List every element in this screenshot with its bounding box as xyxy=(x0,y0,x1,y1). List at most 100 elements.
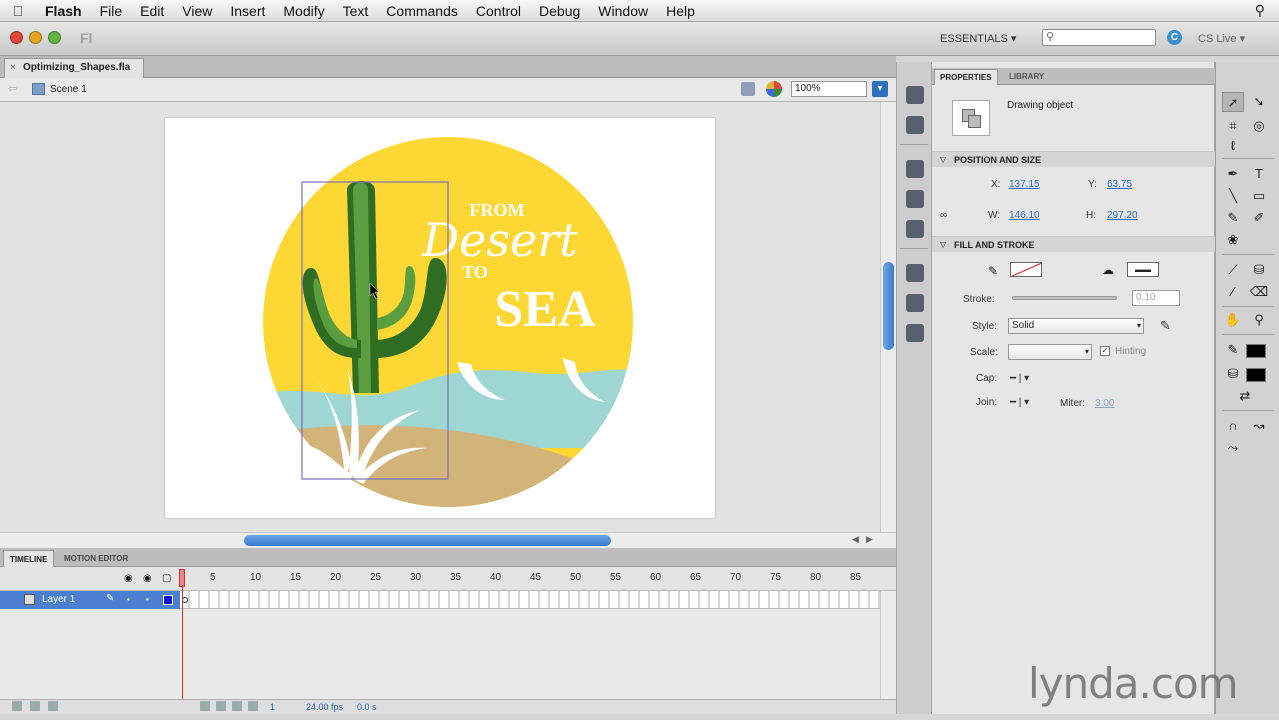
x-value[interactable]: 137.15 xyxy=(1009,179,1040,190)
menu-insert[interactable]: Insert xyxy=(221,3,274,19)
scroll-left-icon[interactable]: ◀ xyxy=(852,534,859,545)
brush-tool-icon[interactable]: ✐ xyxy=(1248,208,1270,228)
menu-file[interactable]: File xyxy=(91,3,132,19)
section-fill-stroke[interactable]: ▽ FILL AND STROKE xyxy=(932,236,1215,252)
pencil-tool-icon[interactable]: ✎ xyxy=(1222,208,1244,228)
section-position-size[interactable]: ▽ POSITION AND SIZE xyxy=(932,151,1215,167)
lock-dot-icon[interactable]: • xyxy=(146,595,149,604)
layer-outline-color[interactable] xyxy=(163,595,173,605)
pen-tool-icon[interactable]: ✒ xyxy=(1222,164,1244,184)
scroll-thumb[interactable] xyxy=(883,262,894,350)
subselection-tool-icon[interactable]: ➘ xyxy=(1248,92,1270,112)
new-layer-icon[interactable] xyxy=(12,701,22,711)
hinting-checkbox[interactable]: ✓ xyxy=(1100,346,1110,356)
menu-window[interactable]: Window xyxy=(589,3,657,19)
rectangle-tool-icon[interactable]: ▭ xyxy=(1248,186,1270,206)
components-icon[interactable] xyxy=(906,294,924,312)
menu-help[interactable]: Help xyxy=(657,3,704,19)
zoom-dropdown-button[interactable]: ▾ xyxy=(872,81,888,97)
eyedropper-tool-icon[interactable]: ⁄ xyxy=(1222,282,1244,302)
onion-skin-icon[interactable] xyxy=(216,701,226,711)
menu-view[interactable]: View xyxy=(173,3,221,19)
snap-to-objects-icon[interactable]: ∩ xyxy=(1222,416,1244,436)
fill-color-swatch[interactable] xyxy=(1246,368,1266,382)
menu-commands[interactable]: Commands xyxy=(377,3,467,19)
menu-text[interactable]: Text xyxy=(334,3,378,19)
eraser-tool-icon[interactable]: ⌫ xyxy=(1248,282,1270,302)
current-frame[interactable]: 1 xyxy=(270,702,275,712)
menu-modify[interactable]: Modify xyxy=(274,3,333,19)
back-arrow-icon[interactable]: ⇦ xyxy=(8,82,17,95)
onion-outlines-icon[interactable] xyxy=(232,701,242,711)
scroll-thumb[interactable] xyxy=(244,535,611,546)
zoom-select[interactable]: 100% xyxy=(791,81,867,97)
spotlight-search-icon[interactable]: ⚲ xyxy=(1255,2,1265,19)
tab-timeline[interactable]: TIMELINE xyxy=(3,550,55,567)
lock-ratio-icon[interactable]: ∞ xyxy=(940,210,947,221)
stage-horizontal-scrollbar[interactable]: ◀ ▶ xyxy=(0,532,896,548)
3d-rotation-tool-icon[interactable]: ◎ xyxy=(1248,116,1270,136)
edit-scene-icon[interactable] xyxy=(741,82,755,96)
text-tool-icon[interactable]: T xyxy=(1248,164,1270,184)
artwork[interactable]: FROM Desert TO SEA xyxy=(165,118,715,518)
straighten-icon[interactable]: ⤳ xyxy=(1222,438,1244,458)
visibility-dot-icon[interactable]: • xyxy=(127,595,130,604)
delete-layer-icon[interactable] xyxy=(48,701,58,711)
free-transform-tool-icon[interactable]: ⌗ xyxy=(1222,116,1244,136)
history-icon[interactable] xyxy=(906,116,924,134)
zoom-tool-icon[interactable]: ⚲ xyxy=(1248,310,1270,330)
lasso-tool-icon[interactable]: ℓ xyxy=(1222,136,1244,156)
layer-frames[interactable] xyxy=(180,591,880,609)
miter-value[interactable]: 3.00 xyxy=(1095,398,1114,409)
edit-symbols-icon[interactable] xyxy=(766,81,782,97)
close-window-button[interactable] xyxy=(10,31,23,44)
menu-debug[interactable]: Debug xyxy=(530,3,589,19)
stroke-color-swatch[interactable] xyxy=(1246,344,1266,358)
close-tab-icon[interactable]: × xyxy=(10,59,16,77)
stroke-slider[interactable] xyxy=(1012,296,1117,300)
menu-app[interactable]: Flash xyxy=(36,3,91,19)
swap-colors-icon[interactable]: ⇄ xyxy=(1234,386,1256,406)
y-value[interactable]: 63.75 xyxy=(1107,179,1132,190)
stage-vertical-scrollbar[interactable] xyxy=(880,102,896,532)
document-tab[interactable]: × Optimizing_Shapes.fla xyxy=(4,58,144,78)
frame-rate[interactable]: 24.00 fps xyxy=(306,702,343,712)
paint-bucket-tool-icon[interactable]: ⛁ xyxy=(1248,260,1270,280)
component-inspector-icon[interactable] xyxy=(906,324,924,342)
menu-edit[interactable]: Edit xyxy=(131,3,173,19)
style-select[interactable]: Solid ▾ xyxy=(1008,318,1144,334)
smooth-icon[interactable]: ↝ xyxy=(1248,416,1270,436)
minimize-window-button[interactable] xyxy=(29,31,42,44)
help-search-input[interactable]: ⚲ xyxy=(1042,29,1156,46)
outline-icon[interactable]: ▢ xyxy=(162,573,171,584)
timeline-vertical-scrollbar[interactable] xyxy=(880,591,896,699)
w-value[interactable]: 146.10 xyxy=(1009,210,1040,221)
lock-icon[interactable]: ◉ xyxy=(143,573,152,584)
fill-color-swatch[interactable]: ▬▬ xyxy=(1127,262,1159,277)
layer-name[interactable]: Layer 1 xyxy=(42,594,75,605)
motion-presets-icon[interactable] xyxy=(906,86,924,104)
workspace-switcher[interactable]: ESSENTIALS ▾ xyxy=(940,32,1016,45)
tab-properties[interactable]: PROPERTIES xyxy=(934,69,998,85)
stroke-color-swatch[interactable] xyxy=(1010,262,1042,277)
cs-live-icon[interactable]: C xyxy=(1167,30,1182,45)
menu-control[interactable]: Control xyxy=(467,3,530,19)
cap-select[interactable]: ━ | ▾ xyxy=(1010,373,1029,384)
tab-motion-editor[interactable]: MOTION EDITOR xyxy=(58,550,134,567)
h-value[interactable]: 297.20 xyxy=(1107,210,1138,221)
hand-tool-icon[interactable]: ✋ xyxy=(1222,310,1244,330)
scroll-right-icon[interactable]: ▶ xyxy=(866,534,873,545)
bone-tool-icon[interactable]: ⟋ xyxy=(1222,260,1244,280)
code-snippets-icon[interactable] xyxy=(906,264,924,282)
center-frame-icon[interactable] xyxy=(200,701,210,711)
stroke-input[interactable]: 0.10 xyxy=(1132,290,1180,306)
scale-select[interactable]: ▾ xyxy=(1008,344,1092,360)
transform-icon[interactable] xyxy=(906,220,924,238)
selection-tool-icon[interactable]: ➚ xyxy=(1222,92,1244,112)
eye-icon[interactable]: ◉ xyxy=(124,573,133,584)
deco-tool-icon[interactable]: ❀ xyxy=(1222,230,1244,250)
join-select[interactable]: ━ | ▾ xyxy=(1010,397,1029,408)
stage-pasteboard[interactable]: FROM Desert TO SEA xyxy=(0,102,880,532)
new-folder-icon[interactable] xyxy=(30,701,40,711)
apple-icon[interactable]:  xyxy=(0,3,36,19)
